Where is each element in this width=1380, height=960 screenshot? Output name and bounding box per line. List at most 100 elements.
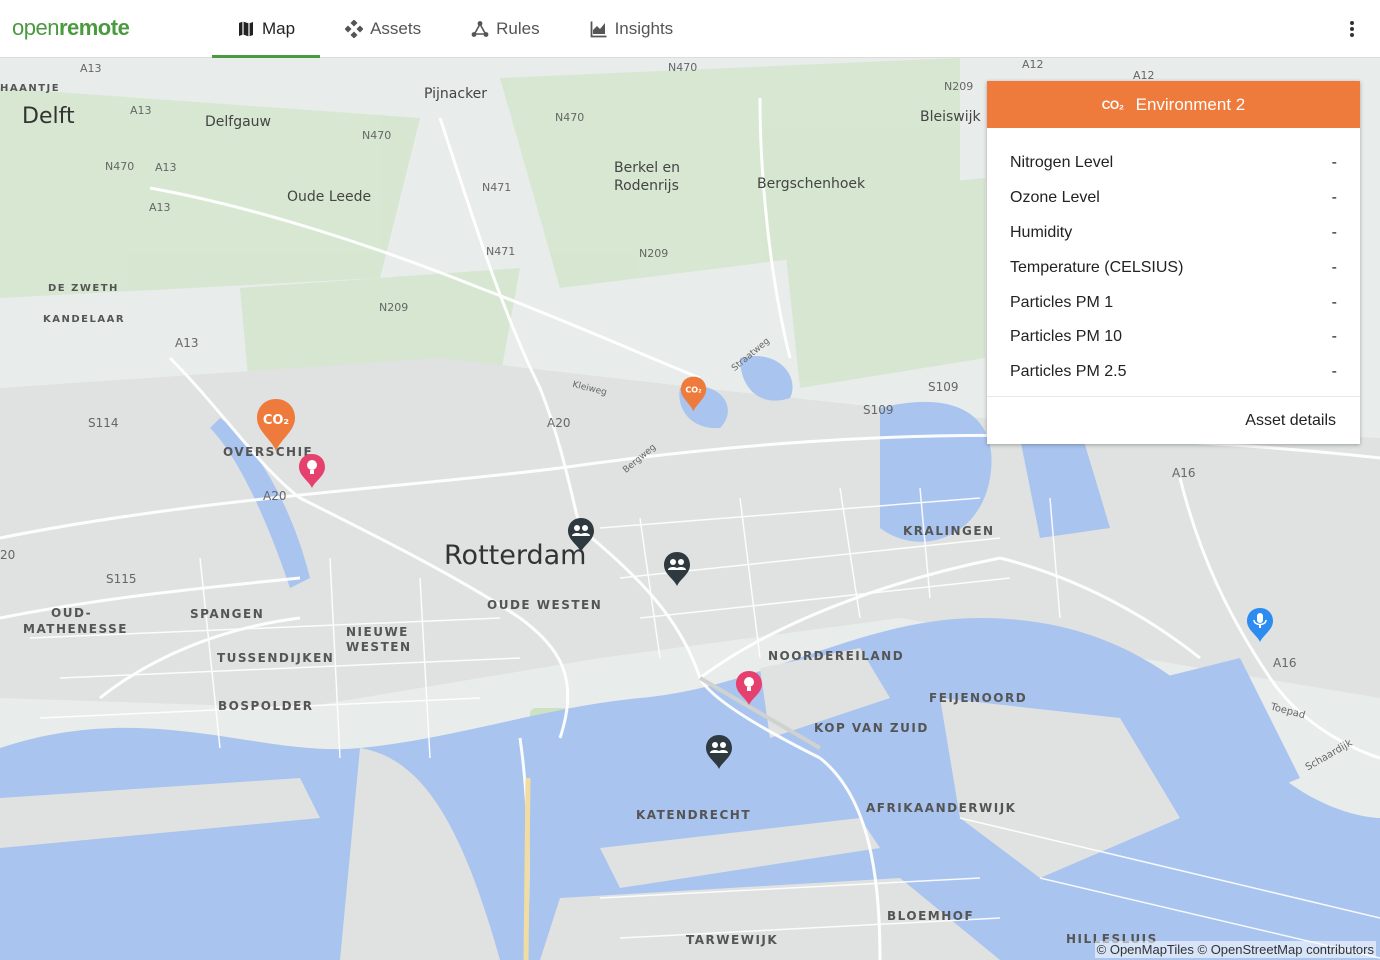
nav-assets-label: Assets: [370, 19, 422, 38]
road-label-n470: N470: [362, 129, 392, 142]
nav-map-tab[interactable]: Map: [212, 0, 321, 58]
map-label-de-zweth: DE ZWETH: [48, 283, 119, 294]
dot-icon: [1350, 27, 1354, 31]
road-label-n209: N209: [379, 301, 409, 314]
insights-icon: [590, 20, 608, 38]
road-label-n470: N470: [668, 61, 698, 74]
attribute-value: -: [1331, 328, 1337, 346]
map-label-oud-mathenesse-1: OUD-: [51, 606, 93, 620]
asset-popup-panel: CO₂ Environment 2 Nitrogen Level - Ozone …: [987, 81, 1360, 444]
map-label-oude-leede: Oude Leede: [287, 189, 372, 205]
map-label-delfgauw: Delfgauw: [205, 114, 272, 130]
attribute-row: Temperature (CELSIUS) -: [1010, 250, 1337, 285]
road-label-a16: A16: [1172, 466, 1196, 480]
map-label-oud-mathenesse-2: MATHENESSE: [23, 622, 128, 636]
road-label-a13: A13: [80, 62, 102, 75]
attribute-row: Nitrogen Level -: [1010, 146, 1337, 181]
road-label-a12: A12: [1022, 58, 1044, 71]
attribute-name: Ozone Level: [1010, 189, 1100, 207]
asset-details-link[interactable]: Asset details: [1245, 412, 1336, 430]
dot-icon: [1350, 33, 1354, 37]
attribute-value: -: [1331, 223, 1337, 241]
attribute-name: Humidity: [1010, 223, 1073, 241]
rules-icon: [471, 20, 489, 38]
attribute-value: -: [1331, 293, 1337, 311]
road-label-s109: S109: [928, 380, 959, 394]
assets-icon: [345, 20, 364, 38]
dot-icon: [1350, 21, 1354, 25]
people-marker-icon: [568, 518, 594, 552]
map-label-delft: Delft: [22, 104, 75, 129]
road-label-n209: N209: [639, 247, 669, 260]
map-label-kop-van-zuid: KOP VAN ZUID: [814, 721, 929, 735]
nav-assets-tab[interactable]: Assets: [320, 0, 446, 58]
co2-marker-icon: CO₂: [257, 399, 295, 451]
co2-marker-label: CO₂: [685, 386, 702, 395]
road-label-a20: A20: [547, 416, 571, 430]
road-label-a13: A13: [155, 161, 177, 174]
nav-insights-label: Insights: [614, 19, 674, 38]
microphone-marker[interactable]: [1246, 607, 1274, 648]
map-label-tarwewijk: TARWEWIJK: [686, 933, 779, 947]
app-header: openremote Map Assets Rules Insights: [0, 0, 1380, 58]
road-label-n471: N471: [482, 181, 512, 194]
attribute-name: Particles PM 2.5: [1010, 363, 1127, 381]
road-label-a16: A16: [1273, 656, 1297, 670]
map-attribution[interactable]: © OpenMapTiles © OpenStreetMap contribut…: [1094, 941, 1376, 958]
panel-title: Environment 2: [1135, 94, 1246, 114]
co2-sensor-marker-small[interactable]: CO₂: [680, 376, 707, 417]
people-marker-icon: [664, 552, 690, 586]
attribute-row: Particles PM 2.5 -: [1010, 355, 1337, 390]
map-label-tussendijken: TUSSENDIJKEN: [217, 651, 335, 665]
road-label-a20: 20: [0, 548, 16, 562]
people-counter-marker[interactable]: [663, 551, 691, 592]
map-icon: [237, 20, 255, 38]
light-marker[interactable]: [735, 670, 763, 711]
map-label-katendrecht: KATENDRECHT: [636, 808, 752, 822]
attribute-value: -: [1331, 154, 1337, 172]
attribute-value: -: [1331, 189, 1337, 207]
attribute-name: Particles PM 1: [1010, 293, 1114, 311]
co2-marker-label: CO₂: [263, 413, 289, 428]
attribute-row: Particles PM 1 -: [1010, 285, 1337, 320]
attribute-row: Humidity -: [1010, 216, 1337, 251]
map-label-berkel: Berkel en: [614, 160, 681, 176]
road-label-n209: N209: [944, 80, 974, 93]
attribute-value: -: [1331, 258, 1337, 276]
map-label-kralingen: KRALINGEN: [903, 524, 995, 538]
nav-insights-tab[interactable]: Insights: [565, 0, 699, 58]
road-label-s115: S115: [106, 572, 137, 586]
nav-map-label: Map: [262, 19, 296, 38]
map-label-nieuwe-westen-1: NIEUWE: [346, 625, 409, 639]
microphone-marker-icon: [1247, 608, 1273, 642]
people-counter-marker[interactable]: [705, 734, 733, 775]
road-label-a13: A13: [130, 104, 152, 117]
road-label-n470: N470: [555, 111, 585, 124]
map-label-bloemhof: BLOEMHOF: [887, 909, 975, 923]
nav-rules-label: Rules: [496, 19, 540, 38]
panel-footer: Asset details: [987, 396, 1360, 444]
main-nav: Map Assets Rules Insights: [212, 0, 698, 58]
road-label-s114: S114: [88, 416, 119, 430]
road-label-n471: N471: [486, 245, 516, 258]
attribute-name: Nitrogen Level: [1010, 154, 1114, 172]
lightbulb-marker-icon: [736, 671, 762, 705]
map-label-rodenrijs: Rodenrijs: [614, 178, 679, 194]
map-label-kandelaar: KANDELAAR: [43, 314, 126, 325]
overflow-menu-button[interactable]: [1342, 18, 1362, 40]
map-label-nieuwe-westen-2: WESTEN: [346, 640, 412, 654]
road-label-s109: S109: [863, 403, 894, 417]
light-marker[interactable]: [298, 453, 326, 494]
road-label-a20: A20: [263, 489, 287, 503]
openremote-logo[interactable]: openremote: [12, 13, 130, 43]
map-label-pijnacker: Pijnacker: [424, 86, 488, 102]
attribute-row: Particles PM 10 -: [1010, 320, 1337, 355]
map-label-bospolder: BOSPOLDER: [218, 699, 314, 713]
attribute-name: Temperature (CELSIUS): [1010, 258, 1184, 276]
nav-rules-tab[interactable]: Rules: [446, 0, 564, 58]
map-label-noordereiland: NOORDEREILAND: [768, 649, 905, 663]
co2-icon: CO₂: [1101, 97, 1124, 112]
co2-sensor-marker-large[interactable]: CO₂: [256, 398, 296, 457]
map-label-afrikaanderwijk: AFRIKAANDERWIJK: [866, 801, 1017, 815]
people-counter-marker[interactable]: [567, 517, 595, 558]
